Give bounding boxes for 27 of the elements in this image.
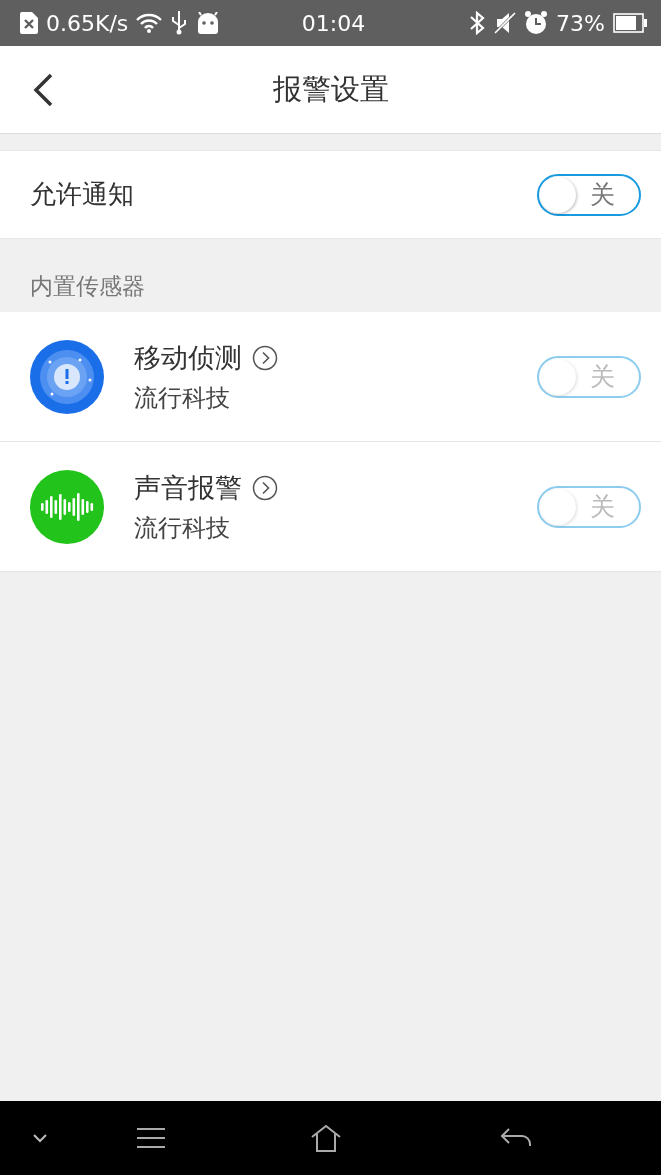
usb-icon bbox=[170, 11, 189, 35]
alarm-clock-icon bbox=[524, 11, 549, 35]
chevron-circle-icon[interactable] bbox=[252, 474, 278, 501]
wifi-icon bbox=[136, 13, 163, 33]
android-icon bbox=[196, 12, 221, 34]
network-speed: 0.65K/s bbox=[46, 10, 129, 36]
menu-icon bbox=[136, 1127, 166, 1149]
sim-card-icon bbox=[20, 12, 38, 34]
chevron-down-icon bbox=[32, 1133, 48, 1143]
bluetooth-icon bbox=[468, 11, 487, 35]
toggle-switch[interactable]: 关 bbox=[537, 173, 641, 216]
chevron-circle-icon[interactable] bbox=[252, 344, 278, 371]
clock: 01:04 bbox=[301, 10, 366, 36]
page-title: 报警设置 bbox=[272, 70, 389, 108]
mute-icon bbox=[494, 11, 517, 35]
back-arrow-icon bbox=[500, 1127, 532, 1149]
section-title: 内置传感器 bbox=[30, 272, 145, 301]
sensor-name: 移动侦测 bbox=[134, 340, 242, 375]
battery-icon bbox=[613, 13, 647, 33]
sensor-vendor: 流行科技 bbox=[134, 512, 231, 544]
setting-label: 允许通知 bbox=[30, 178, 135, 211]
sensor-name: 声音报警 bbox=[134, 470, 242, 505]
radar-icon bbox=[30, 339, 104, 414]
battery-percent: 73% bbox=[556, 10, 605, 36]
home-icon bbox=[310, 1124, 342, 1152]
sound-wave-icon bbox=[30, 469, 104, 544]
sensor-vendor: 流行科技 bbox=[134, 382, 231, 414]
